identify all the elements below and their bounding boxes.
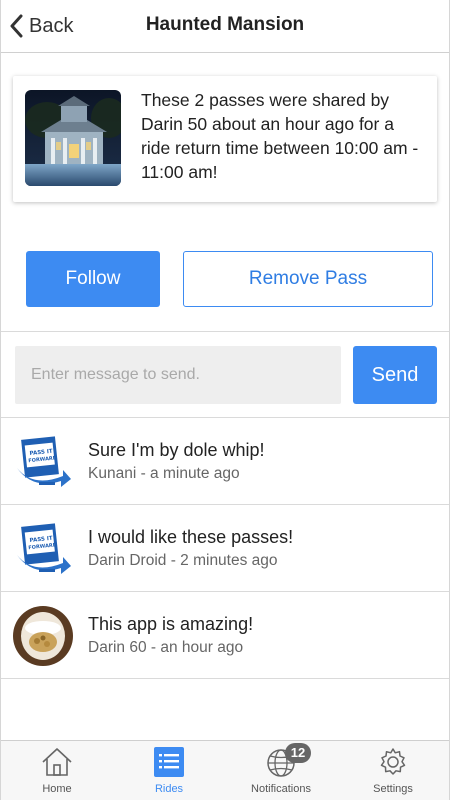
message-meta: Darin 60 - an hour ago bbox=[88, 639, 244, 656]
chevron-left-icon bbox=[9, 14, 23, 38]
haunted-mansion-photo bbox=[25, 90, 121, 186]
share-message: These 2 passes were shared by Darin 50 a… bbox=[141, 90, 419, 182]
back-label: Back bbox=[29, 14, 74, 37]
tab-home-label: Home bbox=[42, 783, 72, 795]
share-info-card: These 2 passes were shared by Darin 50 a… bbox=[13, 76, 437, 202]
notification-badge: 12 bbox=[285, 743, 311, 763]
divider bbox=[1, 331, 449, 332]
home-icon bbox=[41, 746, 73, 783]
tab-rides[interactable]: Rides bbox=[113, 741, 225, 800]
tab-notifications[interactable]: 12 Notifications bbox=[225, 741, 337, 800]
message-meta: Kunani - a minute ago bbox=[88, 465, 240, 482]
user-avatar bbox=[13, 606, 73, 666]
tab-settings[interactable]: Settings bbox=[337, 741, 449, 800]
message-item[interactable]: This app is amazing! Darin 60 - an hour … bbox=[1, 592, 449, 679]
message-item[interactable]: PASS IT FORWARD I would like these passe… bbox=[1, 505, 449, 592]
tab-home[interactable]: Home bbox=[1, 741, 113, 800]
tab-bar: Home Rides 12 Notifications Settings bbox=[1, 740, 449, 800]
remove-pass-button[interactable]: Remove Pass bbox=[183, 251, 433, 307]
message-text: Sure I'm by dole whip! bbox=[88, 440, 265, 460]
app-screen: Back Haunted Mansion These 2 passes were… bbox=[0, 0, 450, 800]
message-input[interactable] bbox=[15, 346, 341, 404]
tab-notifications-label: Notifications bbox=[251, 783, 311, 795]
pass-it-forward-logo: PASS IT FORWARD bbox=[13, 519, 73, 579]
back-button[interactable]: Back bbox=[9, 12, 73, 40]
message-text: I would like these passes! bbox=[88, 527, 294, 547]
tab-rides-label: Rides bbox=[154, 783, 184, 795]
send-button[interactable]: Send bbox=[353, 346, 437, 404]
message-text: This app is amazing! bbox=[88, 614, 254, 634]
message-meta: Darin Droid - 2 minutes ago bbox=[88, 552, 278, 569]
list-icon bbox=[154, 746, 184, 783]
divider bbox=[1, 678, 449, 679]
pass-it-forward-logo: PASS IT FORWARD bbox=[13, 432, 73, 492]
follow-button[interactable]: Follow bbox=[26, 251, 160, 307]
nav-header: Back Haunted Mansion bbox=[1, 0, 449, 53]
gear-icon bbox=[377, 746, 409, 783]
message-item[interactable]: PASS IT FORWARD Sure I'm by dole whip! K… bbox=[1, 418, 449, 505]
tab-settings-label: Settings bbox=[373, 783, 413, 795]
